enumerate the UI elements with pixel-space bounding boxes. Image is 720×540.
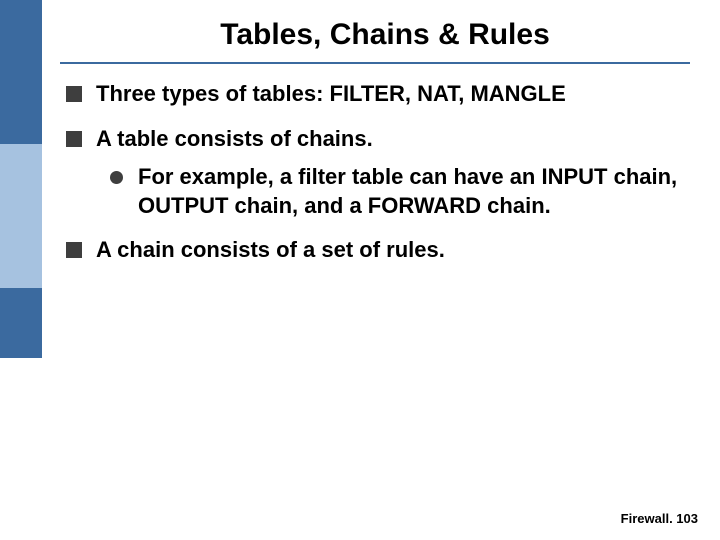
bullet-text: A table consists of chains.	[96, 126, 373, 151]
sidebar-segment-dark	[0, 0, 42, 144]
bullet-text: A chain consists of a set of rules.	[96, 237, 445, 262]
sidebar-segment-dark	[0, 288, 42, 358]
bullet-item: A chain consists of a set of rules.	[66, 236, 690, 265]
sub-bullet-text: For example, a filter table can have an …	[138, 164, 677, 218]
bullet-item: Three types of tables: FILTER, NAT, MANG…	[66, 80, 690, 109]
sidebar-segment-blank	[0, 358, 42, 540]
title-divider	[60, 62, 690, 64]
slide-body: Three types of tables: FILTER, NAT, MANG…	[66, 80, 690, 281]
slide-title: Tables, Chains & Rules	[90, 18, 680, 52]
sidebar-accent	[0, 0, 42, 540]
sub-bullet-list: For example, a filter table can have an …	[110, 163, 690, 220]
sub-bullet-item: For example, a filter table can have an …	[110, 163, 690, 220]
bullet-item: A table consists of chains. For example,…	[66, 125, 690, 221]
sidebar-segment-light	[0, 144, 42, 288]
slide-footer: Firewall. 103	[621, 511, 698, 526]
bullet-text: Three types of tables: FILTER, NAT, MANG…	[96, 81, 566, 106]
bullet-list: Three types of tables: FILTER, NAT, MANG…	[66, 80, 690, 265]
